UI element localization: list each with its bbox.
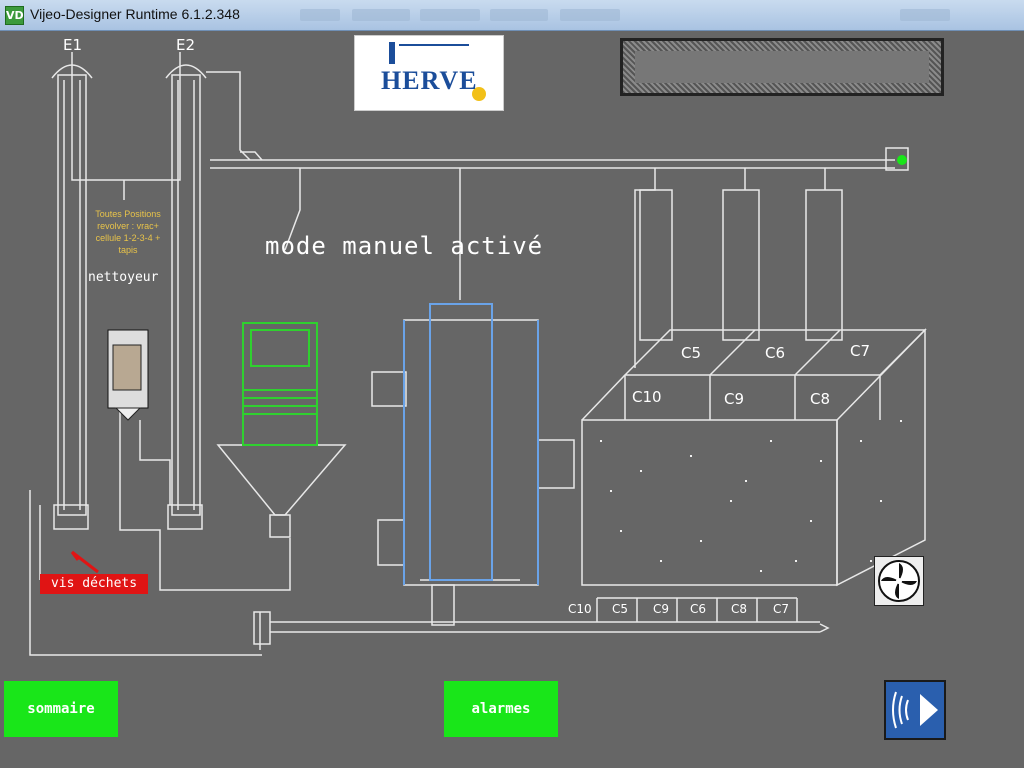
summary-button[interactable]: sommaire xyxy=(4,681,118,737)
process-diagram xyxy=(29,52,927,656)
cleaner-label: nettoyeur xyxy=(88,270,159,285)
conveyor-status-light xyxy=(897,155,907,165)
revolver-note: Toutes Positions revolver : vrac+ cellul… xyxy=(86,208,170,256)
status-display xyxy=(635,51,929,83)
next-page-icon[interactable] xyxy=(884,680,946,740)
status-panel xyxy=(620,38,944,96)
conveyor-gate-c7[interactable]: C7 xyxy=(773,602,789,616)
note-line-1: Toutes Positions xyxy=(95,209,161,219)
elevator-e2 xyxy=(165,64,207,530)
cell-c5[interactable]: C5 xyxy=(681,344,701,362)
elevator-e1-label: E1 xyxy=(63,36,83,54)
next-arrow-graphic xyxy=(892,691,938,729)
conveyor-gate-c8[interactable]: C8 xyxy=(731,602,747,616)
fan-icon[interactable] xyxy=(874,556,924,606)
conveyor-gate-c10[interactable]: C10 xyxy=(568,602,592,616)
cleaner-machine xyxy=(107,329,149,421)
hopper xyxy=(216,444,347,538)
truck xyxy=(242,322,318,446)
cell-c6[interactable]: C6 xyxy=(765,344,785,362)
company-logo: HERVE xyxy=(354,35,504,111)
cell-c9[interactable]: C9 xyxy=(724,390,744,408)
silo-texture xyxy=(600,420,902,572)
silo xyxy=(581,328,927,587)
cell-c8[interactable]: C8 xyxy=(810,390,830,408)
conveyor-gate-c5[interactable]: C5 xyxy=(612,602,628,616)
alarms-button[interactable]: alarmes xyxy=(444,681,558,737)
note-line-3: cellule 1-2-3-4 + tapis xyxy=(95,233,161,255)
note-line-2: revolver : vrac+ xyxy=(97,221,159,231)
waste-arrow xyxy=(70,550,99,574)
fan-graphic xyxy=(878,560,920,602)
cell-c10[interactable]: C10 xyxy=(632,388,662,406)
cell-c7[interactable]: C7 xyxy=(850,342,870,360)
dryer-frame xyxy=(403,303,539,585)
top-conveyor xyxy=(210,147,909,171)
mode-status-text: mode manuel activé xyxy=(265,232,544,260)
conveyor-gate-c6[interactable]: C6 xyxy=(690,602,706,616)
logo-text: HERVE xyxy=(381,66,478,95)
elevator-e2-label: E2 xyxy=(176,36,196,54)
conveyor-gate-c9[interactable]: C9 xyxy=(653,602,669,616)
waste-screw-button[interactable]: vis déchets xyxy=(40,574,148,594)
